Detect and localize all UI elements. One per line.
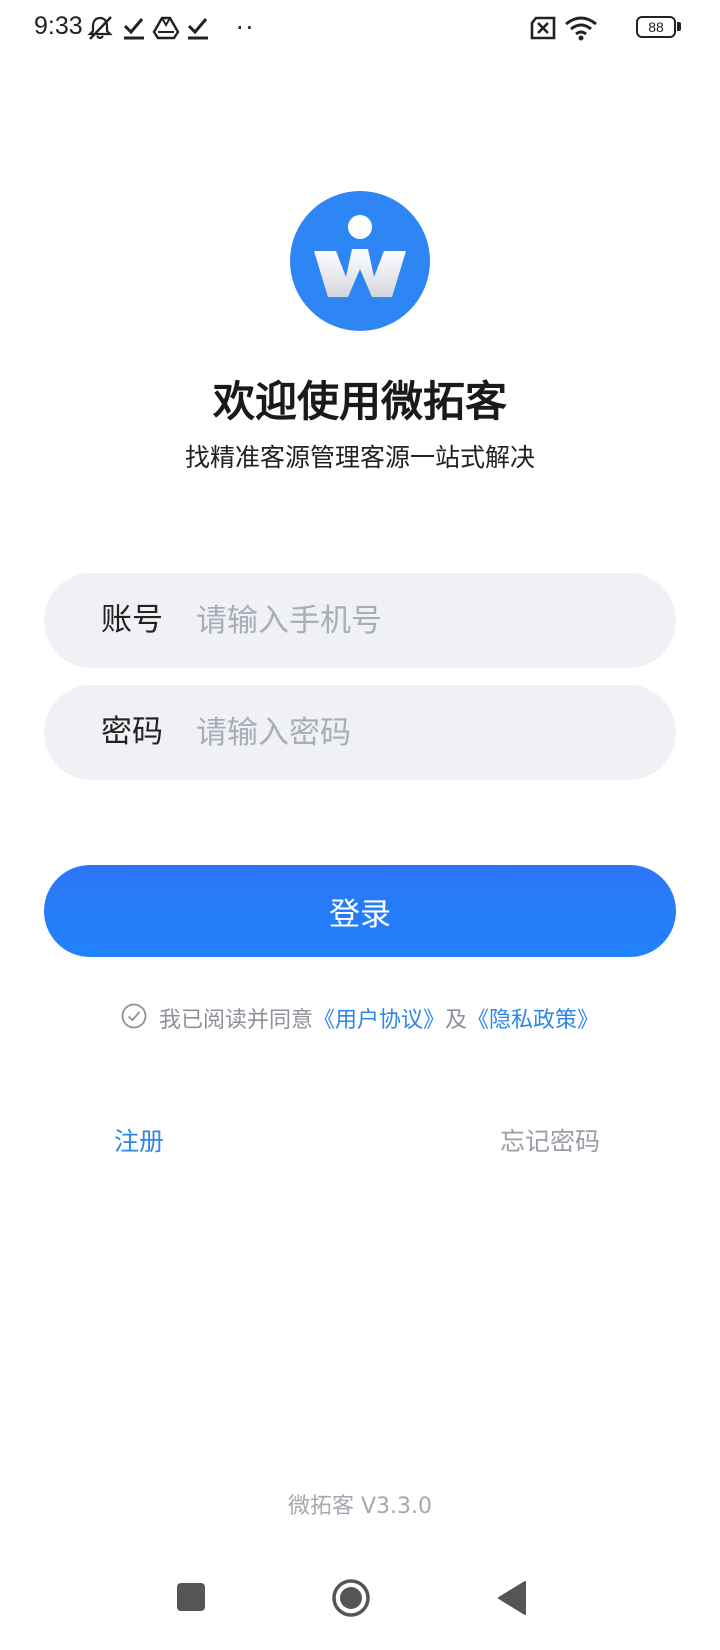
account-field[interactable]: 账号 — [44, 573, 676, 668]
battery-tip — [677, 22, 681, 31]
login-button[interactable]: 登录 — [44, 865, 676, 957]
back-triangle-icon — [498, 1581, 526, 1615]
password-label: 密码 — [101, 714, 163, 750]
welcome-subtitle: 找精准客源管理客源一站式解决 — [184, 443, 535, 472]
password-field[interactable]: 密码 — [44, 685, 676, 780]
agree-checkbox-icon[interactable] — [121, 1003, 147, 1029]
recents-square-icon — [177, 1583, 205, 1611]
home-circle-icon — [332, 1579, 370, 1617]
user-agreement-link[interactable]: 《用户协议》 — [313, 1008, 445, 1033]
status-time: 9:33 — [34, 12, 83, 40]
wifi-icon — [565, 16, 597, 41]
welcome-title: 欢迎使用微拓客 — [212, 377, 507, 426]
battery-icon: 88 — [636, 16, 676, 38]
register-link[interactable]: 注册 — [114, 1122, 164, 1158]
agreement-prefix: 我已阅读并同意 — [158, 1008, 313, 1033]
home-button[interactable] — [331, 1578, 371, 1618]
account-label: 账号 — [101, 602, 163, 638]
login-screen: 9:33 ·· 88 欢迎使用微拓客 找精准客源管理客源一站式解决 账号 请输入… — [0, 0, 720, 1650]
version-text: 微拓客 V3.3.0 — [287, 1494, 433, 1519]
drive-icon — [152, 16, 180, 40]
weituoke-logo-icon — [314, 215, 406, 297]
forgot-password-link[interactable]: 忘记密码 — [500, 1122, 600, 1158]
sim-x-icon — [530, 16, 556, 40]
recents-button[interactable] — [176, 1582, 206, 1612]
check-download-icon — [187, 18, 208, 40]
navigation-bar — [0, 1560, 720, 1650]
back-button[interactable] — [497, 1580, 527, 1616]
agreement-and: 及 — [445, 1008, 468, 1033]
password-input[interactable] — [196, 685, 636, 780]
privacy-policy-link[interactable]: 《隐私政策》 — [467, 1008, 599, 1033]
status-bar: 9:33 ·· 88 — [0, 0, 720, 56]
bell-off-icon — [87, 16, 113, 40]
check-download-icon — [123, 18, 144, 40]
account-input[interactable] — [196, 573, 636, 668]
app-logo — [290, 191, 430, 331]
more-dots-icon: ·· — [236, 14, 256, 42]
agreement-row: 我已阅读并同意《用户协议》及《隐私政策》 — [0, 1002, 720, 1036]
